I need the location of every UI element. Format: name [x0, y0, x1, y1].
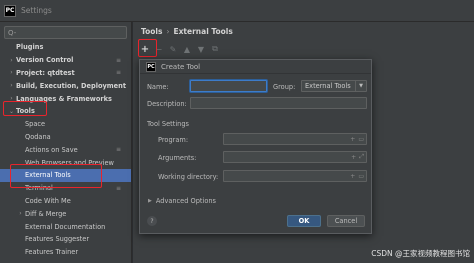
sidebar-item-version-control[interactable]: › Version Control ≡	[0, 54, 131, 67]
move-down-button[interactable]: ▼	[195, 43, 207, 55]
description-input[interactable]	[190, 97, 367, 109]
group-select[interactable]: External Tools ▼	[301, 80, 367, 92]
sidebar-item-label: Features Trainer	[25, 248, 79, 257]
sidebar-item-label: Qodana	[25, 132, 51, 141]
create-tool-dialog: PC Create Tool Name: Group: External Too…	[139, 59, 372, 234]
settings-sidebar: Q- Plugins › Version Control ≡ › Project…	[0, 22, 132, 263]
program-input[interactable]: + ▭	[223, 133, 367, 145]
sidebar-item-label: Version Control	[16, 56, 74, 65]
project-scope-icon: ≡	[115, 56, 121, 64]
chevron-down-icon: ▼	[355, 81, 366, 91]
chevron-right-icon: ›	[10, 82, 13, 90]
arguments-input[interactable]: + ⤢	[223, 151, 367, 163]
edit-tool-button[interactable]: ✎	[167, 43, 179, 55]
sidebar-item-label: Space	[25, 120, 46, 129]
advanced-options-label: Advanced Options	[155, 197, 216, 205]
app-logo-icon: PC	[146, 61, 156, 72]
breadcrumb: Tools › External Tools	[141, 27, 233, 36]
advanced-options-toggle[interactable]: ▶ Advanced Options	[148, 197, 216, 205]
project-scope-icon: ≡	[115, 184, 121, 192]
sidebar-item-label: Features Suggester	[25, 235, 90, 244]
browse-folder-icon[interactable]: ▭	[358, 136, 364, 143]
insert-macro-icon[interactable]: +	[350, 173, 355, 180]
watermark: CSDN @王家视频教程图书馆	[371, 249, 470, 258]
dialog-title: Create Tool	[161, 62, 201, 71]
sidebar-item-features-trainer[interactable]: Features Trainer	[0, 246, 131, 259]
highlight-tools-box	[3, 101, 47, 116]
sidebar-item-code-with-me[interactable]: Code With Me	[0, 195, 131, 208]
sidebar-item-label: External Documentation	[25, 222, 106, 231]
tool-settings-heading: Tool Settings	[147, 120, 189, 128]
ok-button[interactable]: OK	[287, 215, 321, 227]
group-label: Group:	[273, 83, 296, 91]
highlight-add-button-box	[138, 39, 157, 57]
sidebar-item-label: Project: qtdtest	[16, 68, 75, 77]
sidebar-item-build[interactable]: › Build, Execution, Deployment	[0, 79, 131, 92]
project-scope-icon: ≡	[115, 146, 121, 154]
breadcrumb-external-tools: External Tools	[173, 27, 233, 36]
sidebar-item-label: Plugins	[16, 43, 44, 52]
sidebar-item-features-suggester[interactable]: Features Suggester	[0, 233, 131, 246]
chevron-right-icon: ▶	[148, 198, 152, 204]
window-titlebar: PC Settings	[0, 0, 474, 22]
settings-search-input[interactable]: Q-	[4, 26, 127, 39]
program-label: Program:	[158, 136, 189, 144]
group-value: External Tools	[305, 82, 351, 90]
browse-folder-icon[interactable]: ▭	[358, 173, 364, 180]
cancel-button[interactable]: Cancel	[327, 215, 365, 227]
highlight-external-tools-box	[10, 164, 102, 188]
sidebar-item-diff-merge[interactable]: › Diff & Merge	[0, 207, 131, 220]
sidebar-item-project[interactable]: › Project: qtdtest ≡	[0, 67, 131, 80]
insert-macro-icon[interactable]: +	[351, 154, 356, 161]
description-label: Description:	[147, 100, 187, 108]
sidebar-item-label: Build, Execution, Deployment	[16, 81, 126, 90]
project-scope-icon: ≡	[115, 69, 121, 77]
name-input[interactable]	[190, 80, 267, 92]
chevron-right-icon: ›	[19, 210, 22, 218]
sidebar-item-actions-on-save[interactable]: Actions on Save ≡	[0, 143, 131, 156]
sidebar-item-label: Actions on Save	[25, 145, 78, 154]
chevron-right-icon: ›	[10, 56, 13, 64]
sidebar-item-qodana[interactable]: Qodana	[0, 131, 131, 144]
working-directory-input[interactable]: + ▭	[223, 170, 367, 182]
move-up-button[interactable]: ▲	[181, 43, 193, 55]
sidebar-item-label: Diff & Merge	[25, 209, 67, 218]
window-title: Settings	[21, 6, 52, 15]
name-label: Name:	[147, 83, 169, 91]
sidebar-item-external-documentation[interactable]: External Documentation	[0, 220, 131, 233]
breadcrumb-separator-icon: ›	[166, 27, 170, 36]
breadcrumb-tools[interactable]: Tools	[141, 27, 162, 36]
help-icon[interactable]: ?	[147, 216, 157, 226]
working-directory-label: Working directory:	[158, 173, 219, 181]
sidebar-item-space[interactable]: Space	[0, 118, 131, 131]
dialog-titlebar: PC Create Tool	[140, 60, 371, 74]
copy-tool-button[interactable]: ⧉	[209, 43, 221, 55]
search-placeholder: Q-	[8, 28, 17, 37]
sidebar-item-plugins[interactable]: Plugins	[0, 41, 131, 54]
insert-macro-icon[interactable]: +	[350, 136, 355, 143]
app-logo-icon: PC	[4, 4, 16, 17]
sidebar-item-label: Code With Me	[25, 196, 71, 205]
arguments-label: Arguments:	[158, 154, 197, 162]
expand-icon[interactable]: ⤢	[359, 153, 364, 161]
chevron-right-icon: ›	[10, 69, 13, 77]
